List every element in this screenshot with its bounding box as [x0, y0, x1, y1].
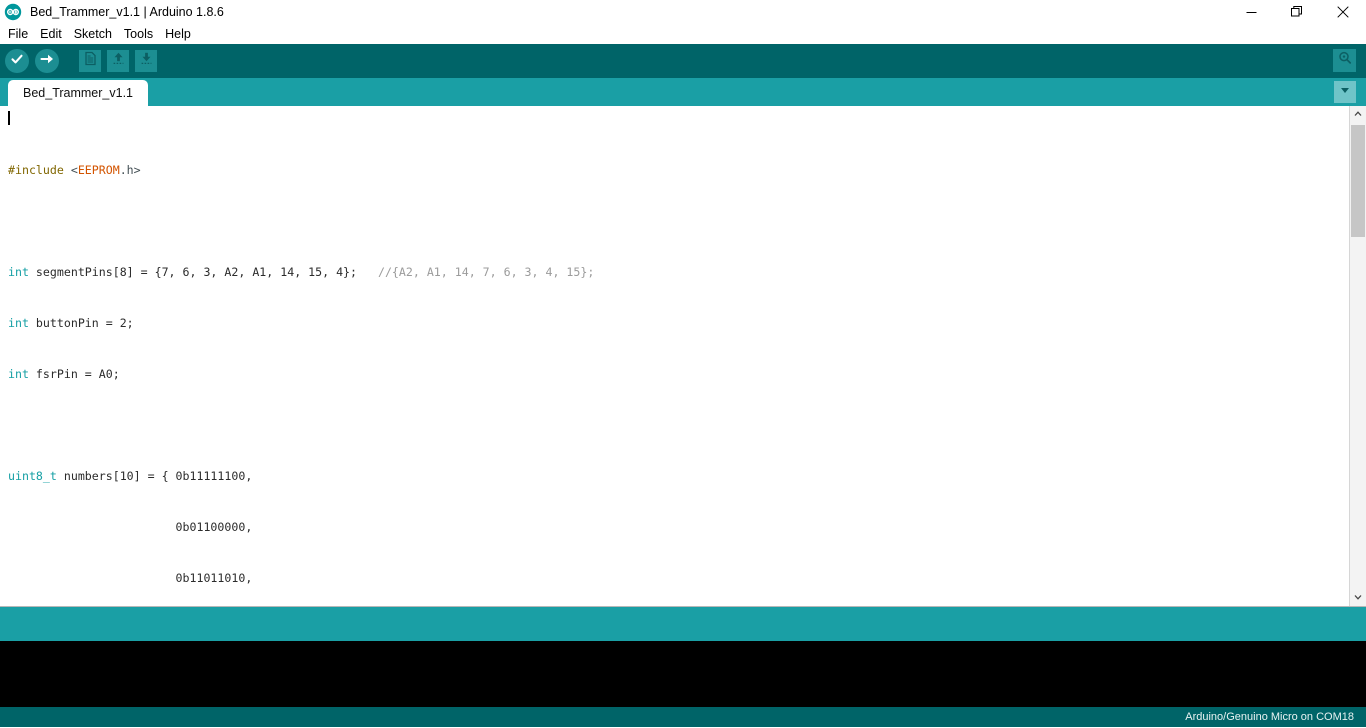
- save-button[interactable]: [135, 50, 157, 72]
- tab-strip: Bed_Trammer_v1.1: [0, 78, 1366, 106]
- chevron-down-icon: [1353, 589, 1363, 607]
- window-controls: [1228, 0, 1366, 24]
- code-line: int fsrPin = A0;: [8, 367, 120, 381]
- arrow-up-icon: [111, 51, 126, 71]
- magnifier-icon: [1337, 50, 1353, 71]
- bottom-status-bar: Arduino/Genuino Micro on COM18: [0, 707, 1366, 727]
- close-button[interactable]: [1320, 0, 1366, 24]
- chevron-down-icon: [1339, 83, 1351, 101]
- verify-button[interactable]: [5, 49, 29, 73]
- code-line: uint8_t numbers[10] = { 0b11111100,: [8, 469, 253, 483]
- editor-area: #include <EEPROM.h> int segmentPins[8] =…: [0, 106, 1366, 607]
- check-icon: [9, 51, 25, 72]
- open-button[interactable]: [107, 50, 129, 72]
- scrollbar-thumb[interactable]: [1351, 125, 1365, 237]
- title-bar: Bed_Trammer_v1.1 | Arduino 1.8.6: [0, 0, 1366, 24]
- new-file-icon: [83, 51, 98, 71]
- console-output-area[interactable]: [0, 641, 1366, 707]
- toolbar: [0, 44, 1366, 78]
- restore-button[interactable]: [1274, 0, 1320, 24]
- minimize-button[interactable]: [1228, 0, 1274, 24]
- menu-item-help[interactable]: Help: [165, 27, 198, 41]
- tab-label: Bed_Trammer_v1.1: [23, 86, 133, 100]
- chevron-up-icon: [1353, 106, 1363, 124]
- menu-item-file[interactable]: File: [8, 27, 35, 41]
- arrow-down-icon: [139, 51, 154, 71]
- menu-item-tools[interactable]: Tools: [124, 27, 160, 41]
- code-line: 0b11011010,: [8, 571, 253, 585]
- menu-item-edit[interactable]: Edit: [40, 27, 69, 41]
- text-caret: [8, 111, 10, 125]
- scroll-up-button[interactable]: [1350, 106, 1366, 123]
- scroll-down-button[interactable]: [1350, 589, 1366, 606]
- code-line: int buttonPin = 2;: [8, 316, 134, 330]
- tab-menu-button[interactable]: [1334, 81, 1356, 103]
- scrollbar-track[interactable]: [1350, 123, 1366, 589]
- board-port-info: Arduino/Genuino Micro on COM18: [1185, 711, 1354, 723]
- code-line: int segmentPins[8] = {7, 6, 3, A2, A1, 1…: [8, 265, 595, 279]
- menu-bar: File Edit Sketch Tools Help: [0, 24, 1366, 44]
- serial-monitor-button[interactable]: [1333, 49, 1356, 72]
- window-title: Bed_Trammer_v1.1 | Arduino 1.8.6: [30, 5, 224, 19]
- arrow-right-icon: [39, 51, 55, 72]
- code-editor[interactable]: #include <EEPROM.h> int segmentPins[8] =…: [0, 106, 1349, 606]
- new-button[interactable]: [79, 50, 101, 72]
- tab-bed-trammer[interactable]: Bed_Trammer_v1.1: [8, 80, 148, 106]
- code-line: 0b01100000,: [8, 520, 253, 534]
- code-line: #include <EEPROM.h>: [8, 163, 141, 177]
- status-message-strip: [0, 607, 1366, 641]
- editor-scrollbar[interactable]: [1349, 106, 1366, 606]
- menu-item-sketch[interactable]: Sketch: [74, 27, 119, 41]
- upload-button[interactable]: [35, 49, 59, 73]
- arduino-logo-icon: [2, 1, 24, 23]
